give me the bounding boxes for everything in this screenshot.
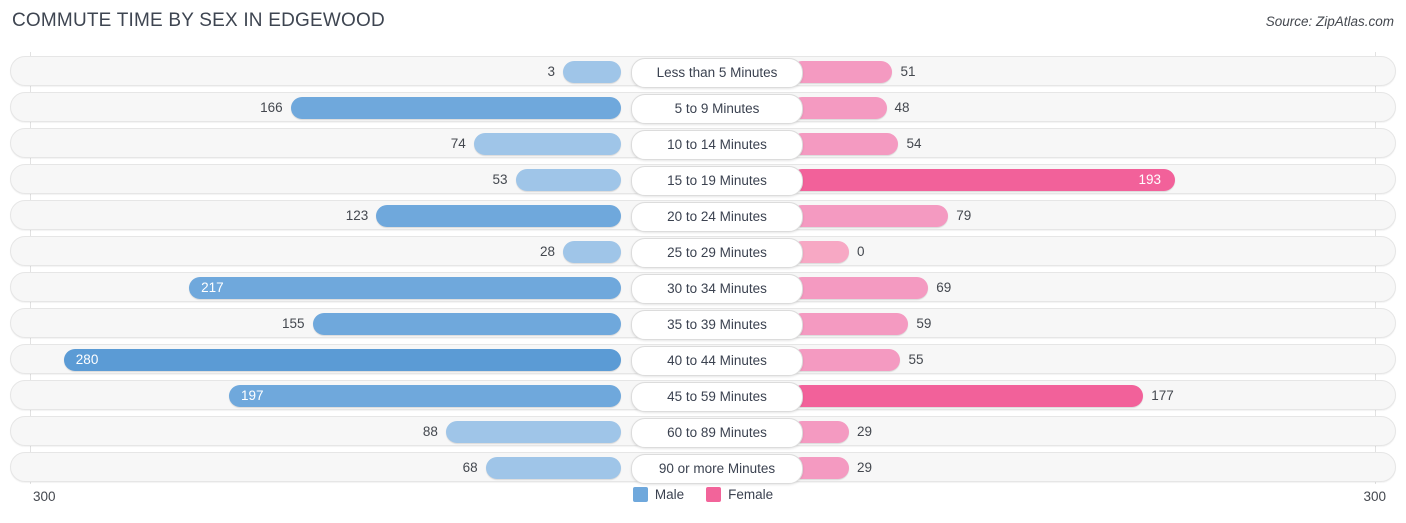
bar-female [791, 277, 929, 299]
table-row: 28 0 25 to 29 Minutes [10, 236, 1396, 268]
bar-male [485, 457, 621, 479]
bar-female [791, 205, 949, 227]
bar-male [563, 61, 621, 83]
bar-value-female: 79 [956, 208, 972, 223]
category-label-pill: 25 to 29 Minutes [631, 238, 803, 268]
legend-label-female: Female [728, 487, 774, 502]
table-row: 74 54 10 to 14 Minutes [10, 128, 1396, 160]
bar-value-male: 88 [422, 424, 438, 439]
bar-male [63, 349, 621, 371]
table-row: 166 48 5 to 9 Minutes [10, 92, 1396, 124]
category-label-pill: 45 to 59 Minutes [631, 382, 803, 412]
bar-male [189, 277, 621, 299]
category-label-pill: 5 to 9 Minutes [631, 94, 803, 124]
bar-female [791, 169, 1176, 191]
bar-value-female: 193 [1138, 172, 1162, 187]
category-label-pill: 20 to 24 Minutes [631, 202, 803, 232]
category-label-pill: 40 to 44 Minutes [631, 346, 803, 376]
bar-value-female: 69 [936, 280, 952, 295]
page-title: COMMUTE TIME BY SEX IN EDGEWOOD [12, 10, 385, 31]
bar-female [791, 313, 909, 335]
bar-value-male: 68 [462, 460, 478, 475]
bar-value-male: 217 [201, 280, 224, 295]
bar-value-female: 59 [916, 316, 932, 331]
bar-value-female: 29 [857, 460, 873, 475]
legend-swatch-female-icon [706, 487, 722, 502]
bar-value-female: 48 [894, 100, 910, 115]
bar-value-male: 74 [450, 136, 466, 151]
bar-value-male: 53 [492, 172, 508, 187]
bar-male [563, 241, 621, 263]
table-row: 197 177 45 to 59 Minutes [10, 380, 1396, 412]
category-label-pill: 10 to 14 Minutes [631, 130, 803, 160]
bar-value-female: 54 [906, 136, 922, 151]
table-row: 53 193 15 to 19 Minutes [10, 164, 1396, 196]
category-label-pill: Less than 5 Minutes [631, 58, 803, 88]
table-row: 88 29 60 to 89 Minutes [10, 416, 1396, 448]
category-label-pill: 30 to 34 Minutes [631, 274, 803, 304]
legend-label-male: Male [654, 487, 685, 502]
bar-male [290, 97, 621, 119]
bar-male [473, 133, 621, 155]
table-row: 123 79 20 to 24 Minutes [10, 200, 1396, 232]
category-label-pill: 35 to 39 Minutes [631, 310, 803, 340]
bar-value-female: 51 [900, 64, 916, 79]
bar-value-male: 155 [282, 316, 305, 331]
chart-page: COMMUTE TIME BY SEX IN EDGEWOOD Source: … [0, 0, 1406, 523]
bar-male [312, 313, 621, 335]
bar-value-male: 123 [345, 208, 369, 223]
bar-value-male: 3 [547, 64, 555, 79]
bar-value-male: 280 [75, 352, 99, 367]
bar-male [228, 385, 621, 407]
bar-female [791, 61, 893, 83]
bar-value-female: 55 [908, 352, 924, 367]
bar-value-male: 28 [539, 244, 555, 259]
chart-legend: Male Female [0, 487, 1406, 502]
table-row: 155 59 35 to 39 Minutes [10, 308, 1396, 340]
legend-item-female[interactable]: Female [706, 487, 773, 502]
table-row: 3 51 Less than 5 Minutes [10, 56, 1396, 88]
category-label-pill: 15 to 19 Minutes [631, 166, 803, 196]
bar-value-female: 0 [857, 244, 865, 259]
category-label-pill: 60 to 89 Minutes [631, 418, 803, 448]
table-row: 217 69 30 to 34 Minutes [10, 272, 1396, 304]
bar-female [791, 349, 901, 371]
bar-value-female: 29 [857, 424, 873, 439]
bar-female [791, 97, 887, 119]
bar-male [515, 169, 621, 191]
bar-female [791, 385, 1144, 407]
bar-male [376, 205, 621, 227]
bar-male [445, 421, 621, 443]
table-row: 68 29 90 or more Minutes [10, 452, 1396, 484]
legend-item-male[interactable]: Male [632, 487, 685, 502]
bar-value-male: 166 [260, 100, 283, 115]
source-attribution: Source: ZipAtlas.com [1265, 14, 1394, 29]
legend-swatch-male-icon [632, 487, 648, 502]
table-row: 280 55 40 to 44 Minutes [10, 344, 1396, 376]
bar-value-male: 197 [240, 388, 264, 403]
category-label-pill: 90 or more Minutes [631, 454, 803, 484]
bar-female [791, 133, 899, 155]
bar-value-female: 177 [1151, 388, 1174, 403]
chart-plot-area: 3 51 Less than 5 Minutes 166 48 5 to 9 Minute… [0, 52, 1406, 484]
